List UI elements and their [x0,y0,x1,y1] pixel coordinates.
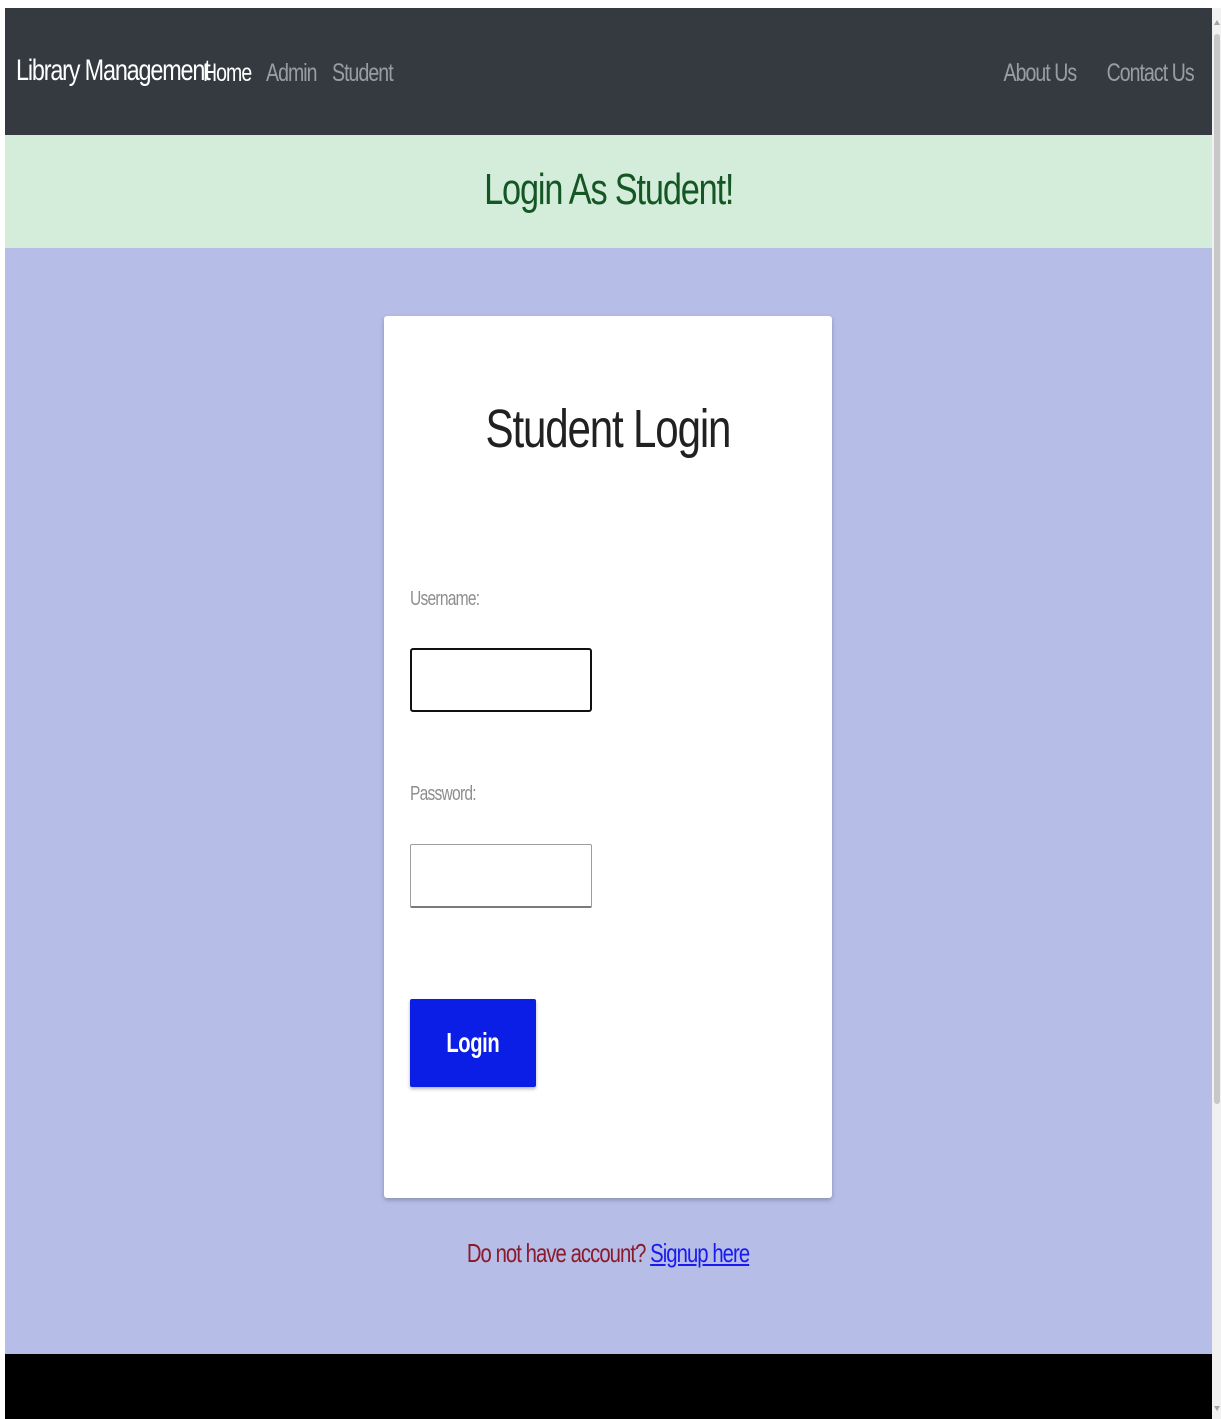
nav-link-about-us[interactable]: About Us [1004,59,1078,88]
page: Library Management Home Admin Student Ab… [5,8,1212,1419]
signup-prompt: Do not have account? Signup here [5,1238,1212,1269]
signup-text: Do not have account? [467,1238,651,1268]
password-label: Password: [410,783,477,805]
nav-link-home[interactable]: Home [203,59,252,88]
scrollbar[interactable] [1212,8,1221,1419]
nav-right-links: About Us Contact Us [989,59,1195,88]
brand-link[interactable]: Library Management [16,54,211,88]
footer [5,1354,1212,1419]
password-input[interactable] [410,844,592,908]
username-input[interactable] [410,648,592,712]
banner-text: Login As Student! [483,165,734,214]
navbar: Library Management Home Admin Student Ab… [5,8,1212,135]
login-button[interactable]: Login [410,999,536,1087]
alert-banner: Login As Student! [5,135,1212,248]
scroll-down-arrow-icon[interactable] [1214,1406,1220,1411]
login-card: Student Login Username: Password: Login [384,316,832,1198]
nav-link-admin[interactable]: Admin [266,59,318,88]
username-label: Username: [410,588,480,610]
login-button-label: Login [446,1027,500,1058]
scroll-thumb[interactable] [1214,34,1220,1104]
nav-link-student[interactable]: Student [332,59,394,88]
card-title: Student Login [485,399,732,459]
scroll-up-arrow-icon[interactable] [1214,20,1220,25]
nav-link-contact-us[interactable]: Contact Us [1107,59,1195,88]
signup-link[interactable]: Signup here [651,1238,751,1268]
nav-left-links: Home Admin Student [203,59,406,88]
